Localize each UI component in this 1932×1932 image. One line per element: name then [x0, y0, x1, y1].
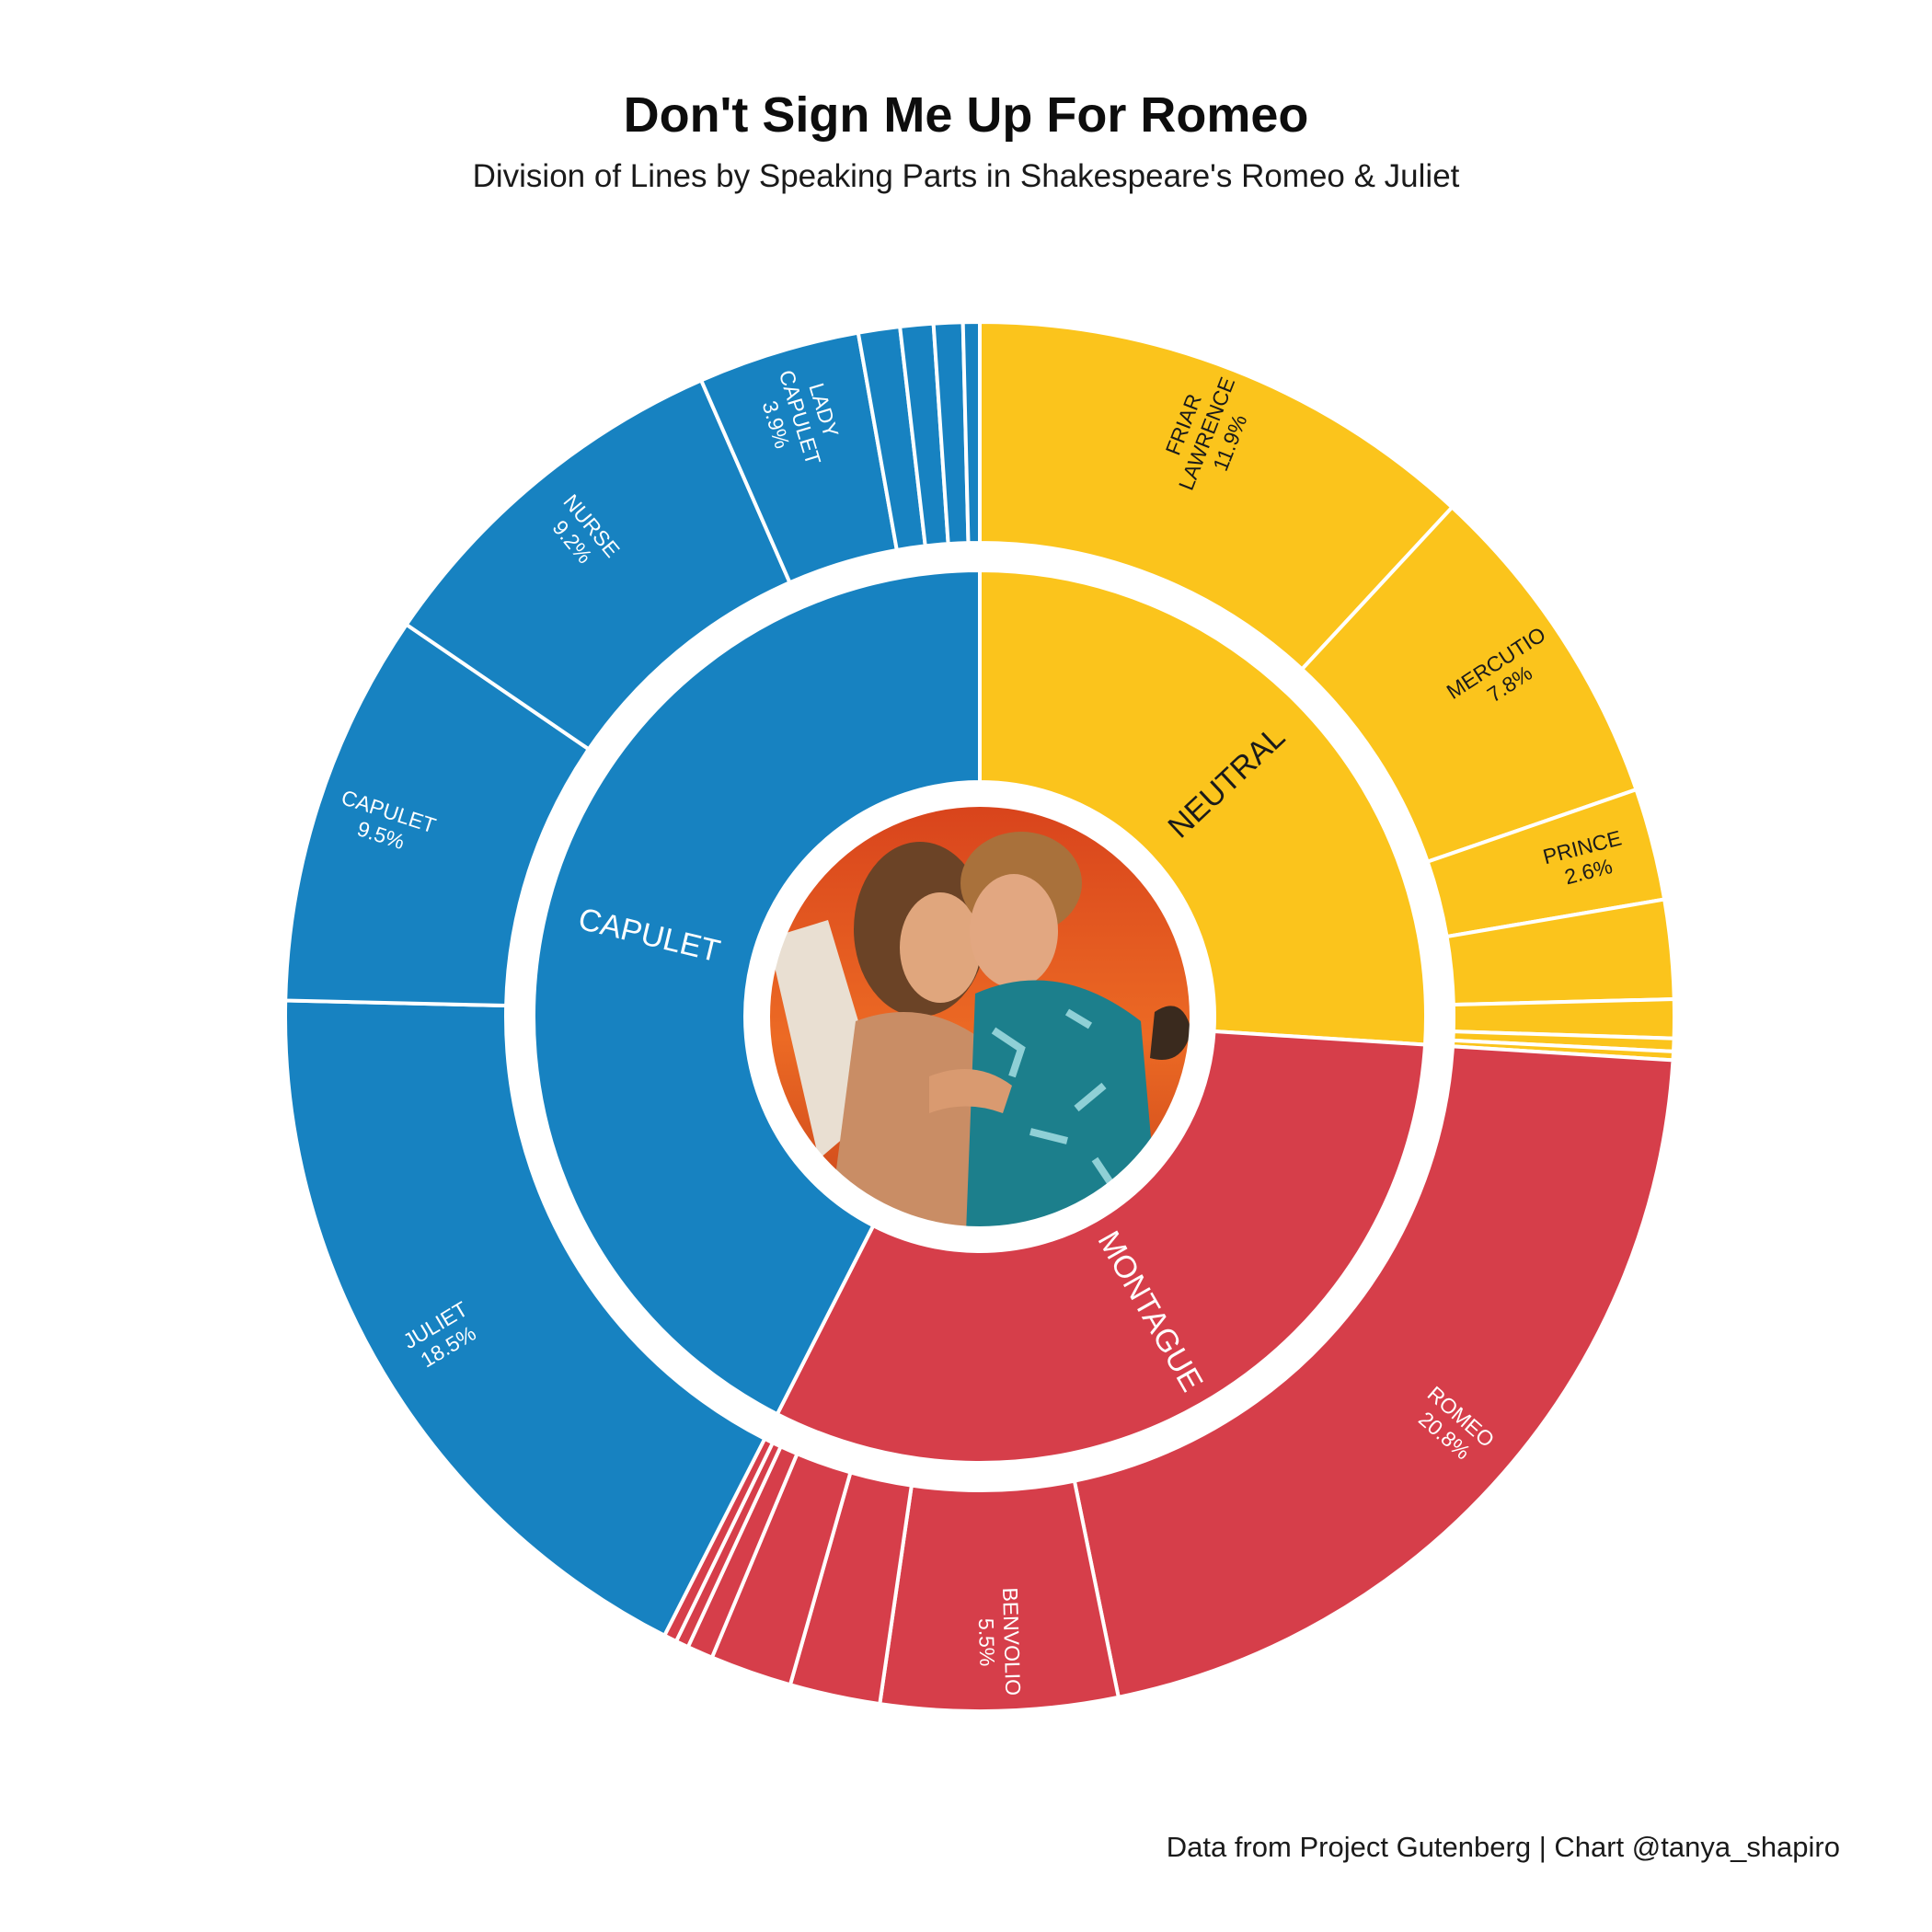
part-benvolio-label-line: BENVOLIO: [998, 1587, 1025, 1696]
sunburst-chart: NEUTRALFRIARLAWRENCE11.9%MERCUTIO7.8%PRI…: [283, 319, 1676, 1713]
center-photo: [768, 805, 1191, 1228]
chart-caption: Data from Project Gutenberg | Chart @tan…: [1166, 1831, 1840, 1863]
part-benvolio-label-line: 5.5%: [974, 1617, 999, 1666]
photo-juliet-face: [900, 892, 981, 1003]
photo-romeo-face: [970, 874, 1058, 988]
